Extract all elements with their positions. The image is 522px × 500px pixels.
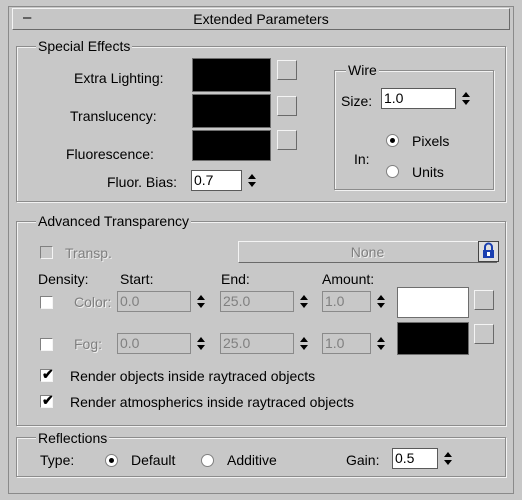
reflections-type-label: Type:	[40, 452, 75, 468]
density-label: Density:	[38, 271, 89, 287]
color-end-spinner[interactable]: 25.0	[220, 291, 311, 312]
amount-label: Amount:	[322, 271, 375, 287]
reflections-title: Reflections	[36, 430, 110, 446]
fog-start-spinner[interactable]: 0.0	[117, 333, 208, 354]
fluor-bias-field[interactable]: 0.7	[191, 170, 242, 191]
fog-density-map-button[interactable]	[474, 324, 494, 344]
rollout-header[interactable]: – Extended Parameters	[12, 8, 510, 30]
fluorescence-label: Fluorescence:	[66, 146, 154, 162]
wire-pixels-radio[interactable]	[386, 134, 399, 147]
wire-title: Wire	[346, 62, 379, 78]
wire-in-label: In:	[354, 151, 370, 167]
lock-button[interactable]	[478, 241, 499, 262]
extra-lighting-swatch[interactable]	[192, 58, 271, 92]
color-start-spinner[interactable]: 0.0	[117, 291, 208, 312]
reflections-default-radio[interactable]	[105, 454, 118, 467]
fluor-bias-spinner[interactable]: 0.7	[191, 170, 259, 191]
render-atmospherics-label[interactable]: Render atmospherics inside raytraced obj…	[70, 394, 354, 410]
wire-units-label[interactable]: Units	[412, 164, 444, 180]
wire-size-arrows[interactable]	[459, 88, 473, 109]
color-density-checkbox[interactable]	[40, 296, 53, 309]
color-amount-spinner[interactable]: 1.0	[322, 291, 388, 312]
fog-end-field[interactable]: 25.0	[220, 333, 294, 354]
render-objects-label[interactable]: Render objects inside raytraced objects	[70, 368, 315, 384]
fog-amount-field[interactable]: 1.0	[322, 333, 371, 354]
wire-pixels-label[interactable]: Pixels	[412, 133, 449, 149]
extra-lighting-map-button[interactable]	[277, 60, 297, 80]
wire-units-radio[interactable]	[386, 165, 399, 178]
fluor-bias-arrows[interactable]	[245, 170, 259, 191]
reflections-gain-spinner[interactable]: 0.5	[392, 448, 455, 469]
color-density-label: Color:	[74, 294, 112, 310]
end-label: End:	[221, 271, 250, 287]
checkmark-icon: ✔	[42, 392, 54, 408]
reflections-gain-field[interactable]: 0.5	[392, 448, 438, 469]
transp-checkbox[interactable]	[40, 246, 53, 259]
wire-size-label: Size:	[341, 93, 373, 109]
fluor-bias-label: Fluor. Bias:	[107, 174, 178, 190]
color-density-map-button[interactable]	[474, 290, 494, 310]
fog-amount-spinner[interactable]: 1.0	[322, 333, 388, 354]
color-end-field[interactable]: 25.0	[220, 291, 294, 312]
fluorescence-swatch[interactable]	[192, 130, 271, 161]
render-atmospherics-checkbox[interactable]: ✔	[40, 392, 54, 408]
lock-icon	[483, 242, 494, 258]
translucency-map-button[interactable]	[277, 96, 297, 116]
fog-density-label: Fog:	[74, 336, 103, 352]
translucency-label: Translucency:	[70, 108, 157, 124]
color-amount-field[interactable]: 1.0	[322, 291, 371, 312]
special-effects-title: Special Effects	[36, 38, 133, 54]
reflections-additive-radio[interactable]	[201, 454, 214, 467]
color-start-field[interactable]: 0.0	[117, 291, 191, 312]
fog-end-spinner[interactable]: 25.0	[220, 333, 311, 354]
wire-size-spinner[interactable]: 1.0	[381, 88, 473, 109]
rollout-title: Extended Parameters	[193, 11, 329, 27]
render-objects-checkbox[interactable]: ✔	[40, 366, 54, 382]
checkmark-icon: ✔	[42, 366, 54, 382]
fog-start-field[interactable]: 0.0	[117, 333, 191, 354]
translucency-swatch[interactable]	[192, 94, 271, 128]
transp-map-none-button[interactable]: None	[238, 241, 497, 263]
advanced-transparency-title: Advanced Transparency	[36, 213, 191, 229]
reflections-additive-label[interactable]: Additive	[227, 452, 277, 468]
reflections-gain-label: Gain:	[346, 452, 380, 468]
reflections-default-label[interactable]: Default	[131, 452, 175, 468]
fog-density-checkbox[interactable]	[40, 338, 53, 351]
fog-density-swatch[interactable]	[397, 322, 469, 355]
transp-label: Transp.	[65, 245, 112, 261]
wire-size-field[interactable]: 1.0	[381, 88, 456, 109]
fluorescence-map-button[interactable]	[277, 130, 297, 150]
start-label: Start:	[120, 271, 154, 287]
color-density-swatch[interactable]	[397, 287, 469, 318]
extra-lighting-label: Extra Lighting:	[74, 70, 164, 86]
